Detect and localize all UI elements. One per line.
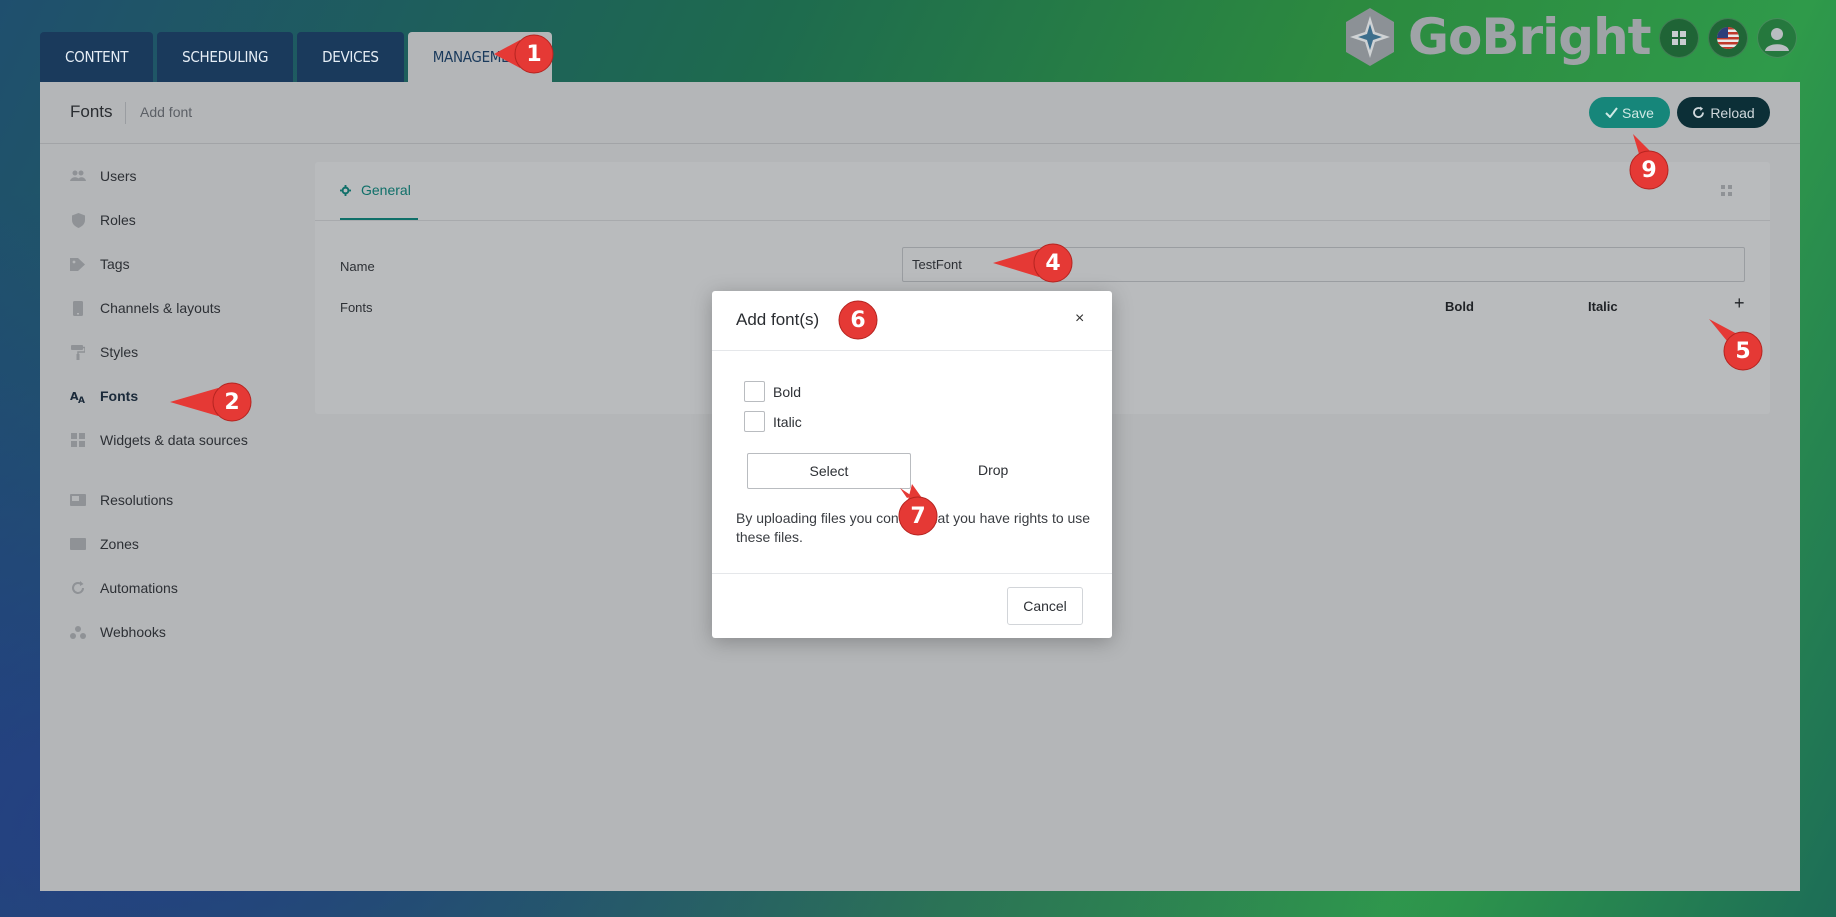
sidebar-item-styles[interactable]: Styles (70, 343, 270, 387)
save-button[interactable]: Save (1589, 97, 1670, 128)
bold-checkbox[interactable] (744, 381, 765, 402)
tablet-icon (70, 300, 86, 316)
widgets-icon (70, 432, 86, 448)
marker-number: 9 (1641, 157, 1657, 183)
divider (315, 220, 1770, 221)
italic-checkbox[interactable] (744, 411, 765, 432)
annotation-marker: 7 (898, 484, 942, 540)
select-file-button[interactable]: Select (747, 453, 911, 489)
bold-column-header: Bold (1445, 299, 1474, 314)
sidebar-item-resolutions[interactable]: Resolutions (70, 491, 270, 535)
name-label: Name (340, 259, 375, 274)
annotation-marker: 2 (170, 382, 256, 426)
sidebar-item-label: Automations (100, 580, 178, 596)
cancel-button[interactable]: Cancel (1007, 587, 1083, 625)
top-tabs: CONTENT SCHEDULING DEVICES MANAGEMENT (40, 32, 553, 82)
modal-header: Add font(s) × (712, 291, 1112, 351)
tab-general[interactable]: General (340, 162, 418, 220)
annotation-marker: 4 (993, 243, 1077, 287)
gobright-logo-icon (1346, 8, 1394, 66)
tab-scheduling[interactable]: SCHEDULING (157, 32, 294, 82)
sidebar-item-label: Webhooks (100, 624, 166, 640)
marker-number: 1 (526, 41, 542, 67)
annotation-marker: 1 (494, 34, 558, 78)
marker-number: 6 (850, 307, 866, 333)
marker-number: 4 (1045, 250, 1061, 276)
sidebar-item-tags[interactable]: Tags (70, 255, 270, 299)
sidebar-item-label: Widgets & data sources (100, 432, 248, 448)
zone-icon (70, 536, 86, 552)
sidebar-item-zones[interactable]: Zones (70, 535, 270, 579)
brand-name: GoBright (1408, 8, 1652, 66)
sidebar-item-automations[interactable]: Automations (70, 579, 270, 623)
sidebar-item-users[interactable]: Users (70, 167, 270, 211)
add-font-button[interactable]: + (1734, 293, 1745, 314)
fonts-label: Fonts (340, 300, 373, 315)
tab-content[interactable]: CONTENT (40, 32, 154, 82)
tag-icon (70, 256, 86, 272)
expand-icon[interactable] (1721, 185, 1732, 196)
svg-text:A: A (78, 396, 85, 404)
general-tab-label: General (361, 182, 411, 198)
grid-icon (1672, 31, 1686, 45)
refresh-icon (70, 580, 86, 596)
users-icon (70, 168, 86, 184)
annotation-marker: 9 (1629, 134, 1673, 194)
italic-option: Italic (744, 411, 802, 432)
us-flag-icon (1717, 27, 1739, 49)
reload-button[interactable]: Reload (1677, 97, 1770, 128)
italic-column-header: Italic (1588, 299, 1618, 314)
close-icon[interactable]: × (1075, 310, 1084, 328)
sidebar-item-roles[interactable]: Roles (70, 211, 270, 255)
page-header: Fonts Add font Save Reload (40, 82, 1800, 144)
user-menu-button[interactable] (1757, 18, 1797, 58)
sidebar-item-label: Users (100, 168, 137, 184)
sidebar-item-channels-layouts[interactable]: Channels & layouts (70, 299, 270, 343)
breadcrumb-current: Add font (140, 104, 193, 120)
add-font-modal: Add font(s) × Bold Italic Select Drop By… (712, 291, 1112, 638)
drop-zone[interactable]: Drop (978, 462, 1008, 478)
sidebar-item-label: Zones (100, 536, 139, 552)
sidebar-item-label: Fonts (100, 388, 139, 404)
sidebar-item-label: Tags (100, 256, 130, 272)
marker-number: 7 (910, 503, 926, 529)
sidebar-item-label: Styles (100, 344, 139, 360)
brand-logo: GoBright (1342, 6, 1652, 68)
sidebar-item-label: Roles (100, 212, 136, 228)
apps-grid-button[interactable] (1659, 18, 1699, 58)
user-avatar-icon (1765, 28, 1789, 51)
save-label: Save (1622, 104, 1654, 121)
gear-icon (340, 184, 351, 196)
sidebar-item-webhooks[interactable]: Webhooks (70, 623, 270, 667)
webhook-icon (70, 624, 86, 640)
bold-checkbox-label: Bold (773, 383, 802, 400)
modal-title: Add font(s) (736, 310, 820, 329)
annotation-marker: 6 (838, 300, 882, 344)
font-icon: AA (70, 388, 86, 404)
marker-number: 2 (224, 389, 240, 415)
annotation-marker: 5 (1709, 319, 1767, 375)
sidebar-item-label: Channels & layouts (100, 300, 221, 316)
paint-roller-icon (70, 344, 86, 360)
check-icon (1605, 107, 1618, 118)
shield-icon (70, 212, 86, 228)
sidebar-item-label: Resolutions (100, 492, 174, 508)
italic-checkbox-label: Italic (773, 413, 802, 430)
bold-option: Bold (744, 381, 801, 402)
marker-number: 5 (1735, 338, 1751, 364)
language-button[interactable] (1708, 18, 1748, 58)
sidebar-item-widgets-data-sources[interactable]: Widgets & data sources (70, 431, 270, 491)
reload-icon (1693, 106, 1705, 118)
monitor-icon (70, 492, 86, 508)
breadcrumb-divider (125, 102, 126, 124)
page-title: Fonts (70, 102, 113, 121)
reload-label: Reload (1710, 104, 1755, 121)
tab-devices[interactable]: DEVICES (297, 32, 404, 82)
divider (712, 573, 1112, 574)
